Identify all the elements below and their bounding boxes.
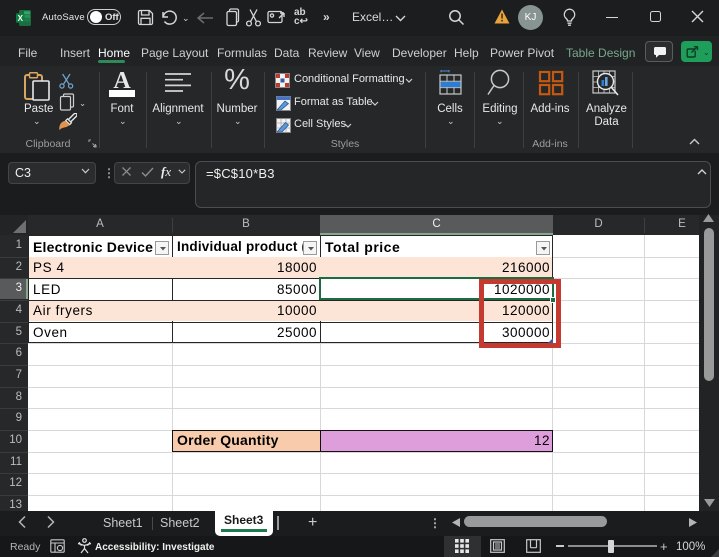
svg-text:X: X <box>18 14 24 23</box>
